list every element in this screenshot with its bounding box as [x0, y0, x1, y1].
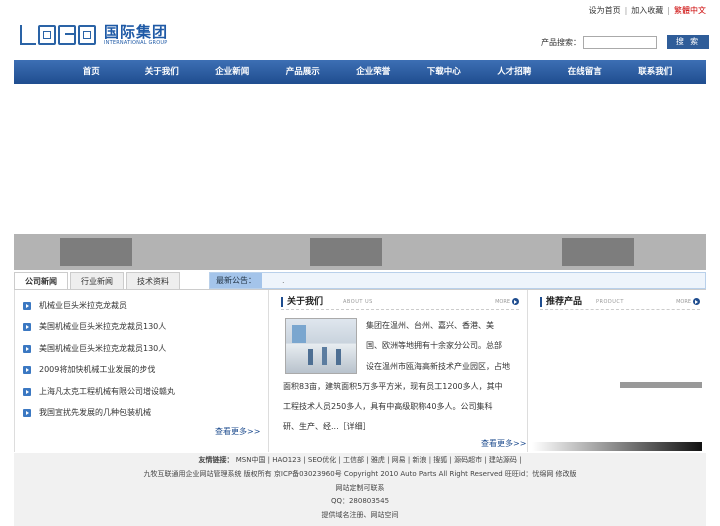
products-title: 推荐产品 [546, 297, 583, 307]
logo-chinese-name: 国际集团 [104, 23, 169, 41]
news-more-link[interactable]: 查看更多>> [215, 426, 260, 437]
bullet-arrow-icon [23, 322, 31, 331]
products-section: 推荐产品 PRODUCT MORE [532, 290, 706, 452]
site-logo[interactable]: 国际集团 INTERNATIONAL GROUP [20, 24, 168, 46]
nav-guestbook[interactable]: 在线留言 [550, 60, 621, 84]
copyright: 九牧互联通用企业网站管理系统 版权所有 京ICP备03023960号 Copyr… [143, 470, 577, 478]
section-marker [540, 297, 542, 307]
products-header: 推荐产品 PRODUCT MORE [540, 296, 700, 310]
about-more-button[interactable]: MORE [495, 298, 519, 305]
products-more-button[interactable]: MORE [676, 298, 700, 305]
about-header: 关于我们 ABOUT US MORE [281, 296, 519, 310]
nav-products[interactable]: 产品展示 [268, 60, 339, 84]
set-homepage-link[interactable]: 设为首页 [589, 6, 621, 15]
list-item[interactable]: 上海凡太克工程机械有限公司增设赣丸 [23, 386, 175, 397]
logo-mark-icon [20, 25, 96, 45]
about-more-link[interactable]: 查看更多>> [481, 438, 526, 449]
about-text-line: 工程技术人员250多人，具有中高级职称40多人。公司集科 [283, 402, 493, 411]
friend-links: 友情链接： MSN中国 | HAO123 | SEO优化 | 工信部 | 雅虎 … [14, 455, 706, 465]
search-button[interactable]: 搜 索 [667, 35, 709, 49]
nav-about[interactable]: 关于我们 [127, 60, 198, 84]
footer: 友情链接： MSN中国 | HAO123 | SEO优化 | 工信部 | 雅虎 … [14, 453, 706, 526]
more-arrow-icon [693, 298, 700, 305]
about-text-line: 面积83亩，建筑面积5万多平方米，现有员工1200多人，其中 [283, 382, 503, 391]
nav-contact[interactable]: 联系我们 [620, 60, 691, 84]
product-scroller [620, 382, 702, 388]
main-nav: 首页 关于我们 企业新闻 产品展示 企业荣誉 下载中心 人才招聘 在线留言 联系… [14, 60, 706, 84]
tab-industry-news[interactable]: 行业新闻 [70, 272, 124, 289]
list-item[interactable]: 美国机械业巨头米拉克龙裁员130人 [23, 321, 166, 332]
bullet-arrow-icon [23, 301, 31, 310]
nav-downloads[interactable]: 下载中心 [409, 60, 480, 84]
about-title: 关于我们 [287, 297, 324, 307]
top-links: 设为首页 | 加入收藏 | 繁體中文 [589, 5, 706, 16]
traditional-chinese-link[interactable]: 繁體中文 [674, 6, 706, 15]
search-input[interactable] [583, 35, 657, 49]
notice-label: 最新公告： [210, 273, 262, 288]
about-en-title: ABOUT US [343, 299, 373, 305]
friend-links-list[interactable]: MSN中国 | HAO123 | SEO优化 | 工信部 | 雅虎 | 网易 |… [236, 456, 522, 464]
more-arrow-icon [512, 298, 519, 305]
divider: | [624, 6, 628, 15]
banner-block [562, 238, 634, 266]
tab-tech-docs[interactable]: 技术资料 [126, 272, 180, 289]
add-favorite-link[interactable]: 加入收藏 [631, 6, 663, 15]
search-label: 产品搜索： [541, 37, 581, 47]
logo-english-name: INTERNATIONAL GROUP [104, 40, 168, 46]
product-search: 产品搜索： 搜 索 [541, 35, 709, 49]
bullet-arrow-icon [23, 387, 31, 396]
nav-honors[interactable]: 企业荣誉 [338, 60, 409, 84]
product-gradient-bar [532, 442, 702, 451]
friend-links-label: 友情链接： [198, 456, 234, 464]
bullet-arrow-icon [23, 408, 31, 417]
about-text-line: 国、欧洲等地拥有十余家分公司。总部 [366, 341, 502, 350]
about-text-line: 集团在温州、台州、嘉兴、香港、美 [366, 321, 494, 330]
footer-qq: QQ：280803545 [330, 497, 390, 505]
section-marker [281, 297, 283, 307]
news-list: 机械业巨头米拉克龙裁员 美国机械业巨头米拉克龙裁员130人 美国机械业巨头米拉克… [14, 290, 266, 452]
nav-news[interactable]: 企业新闻 [197, 60, 268, 84]
list-item[interactable]: 2009将加快机械工业发展的步伐 [23, 364, 155, 375]
bullet-arrow-icon [23, 344, 31, 353]
list-item[interactable]: 美国机械业巨头米拉克龙裁员130人 [23, 343, 166, 354]
banner-strip [14, 234, 706, 270]
footer-services: 提供域名注册、网站空间 [321, 511, 399, 519]
banner-block [60, 238, 132, 266]
footer-contact-note: 网站定制可联系 [335, 484, 385, 492]
nav-jobs[interactable]: 人才招聘 [479, 60, 550, 84]
bullet-arrow-icon [23, 365, 31, 374]
tab-company-news[interactable]: 公司新闻 [14, 272, 68, 290]
divider: | [667, 6, 670, 15]
company-photo [285, 318, 357, 374]
list-item[interactable]: 我国宣扰先发展的几种包装机械 [23, 407, 151, 418]
products-en-title: PRODUCT [596, 299, 624, 305]
about-detail-link[interactable]: 研、生产、经...［详细］ [283, 422, 371, 432]
notice-bar: 最新公告： . [209, 272, 706, 289]
notice-text: . [282, 276, 285, 285]
list-item[interactable]: 机械业巨头米拉克龙裁员 [23, 300, 127, 311]
about-text-line: 设在温州市瓯海高新技术产业园区，占地 [366, 362, 510, 371]
about-section: 关于我们 ABOUT US MORE 集团在温州、台州、嘉兴、香港、美 国、欧洲… [268, 290, 528, 452]
nav-home[interactable]: 首页 [56, 60, 127, 84]
banner-block [310, 238, 382, 266]
news-tabs: 公司新闻 行业新闻 技术资料 [14, 272, 182, 290]
